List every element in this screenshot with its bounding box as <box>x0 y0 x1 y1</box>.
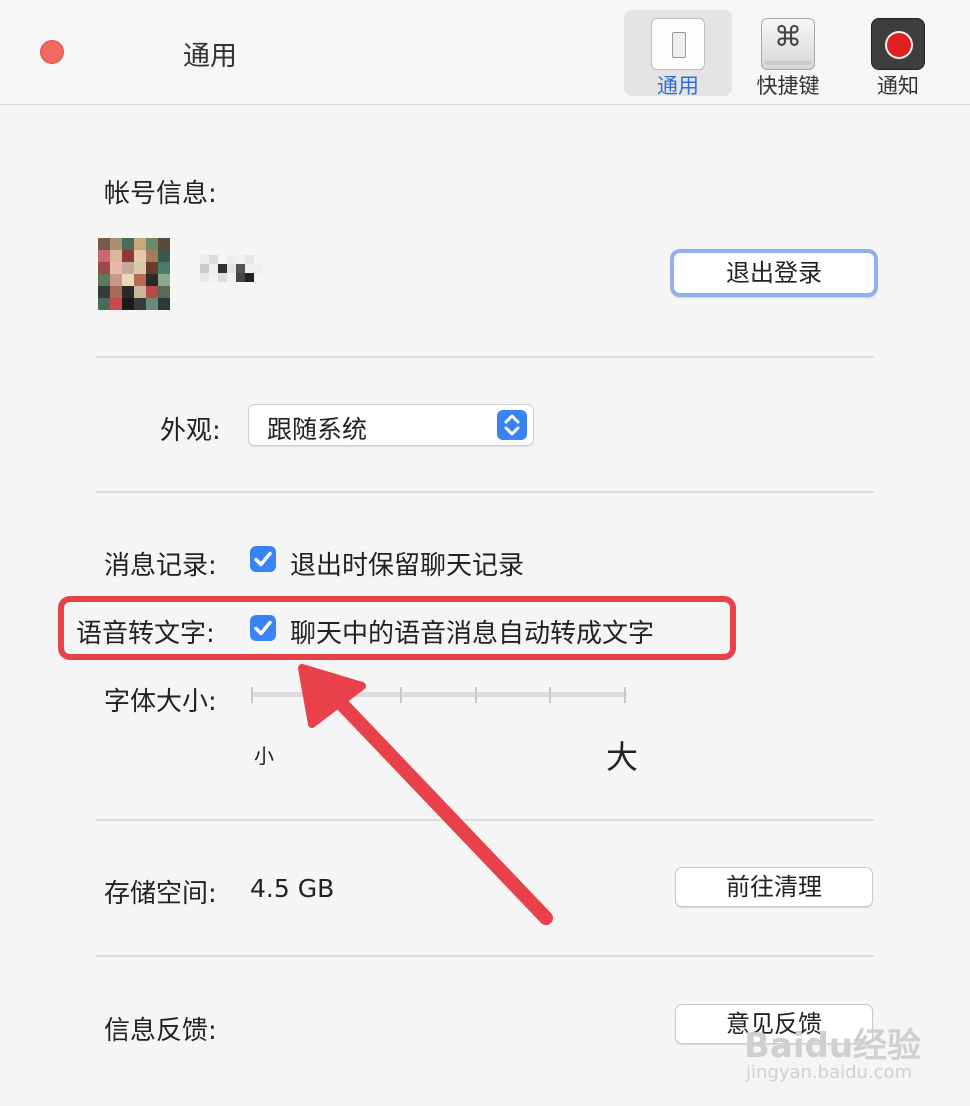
watermark-brand: Baidu经验 <box>744 1026 922 1066</box>
annotation-arrow <box>298 664 553 925</box>
watermark-url: jingyan.baidu.com <box>746 1062 913 1083</box>
